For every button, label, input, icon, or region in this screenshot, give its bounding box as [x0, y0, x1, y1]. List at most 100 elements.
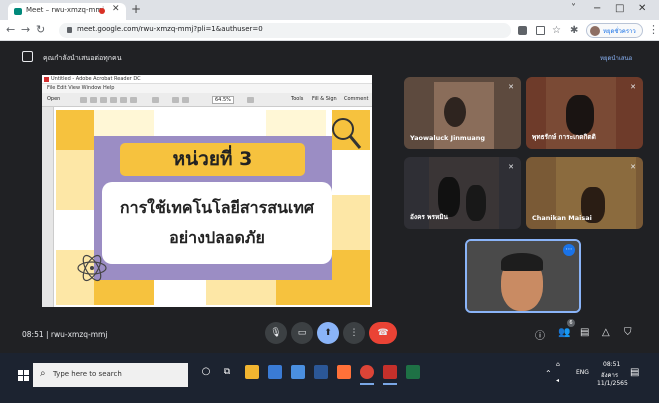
participant-name: อังคร พรหมิน [410, 213, 448, 221]
address-bar: ← → ↻ meet.google.com/rwu-xmzq-mmj?pli=1… [0, 20, 659, 41]
activities-icon[interactable]: △ [602, 327, 610, 338]
acrobat-toolbar: Open 64.5% Tools Fill & Sign Comment [42, 93, 372, 107]
tab-strip: Meet – rwu-xmzq-mmj ✕ + ˅ − □ ✕ [0, 0, 659, 20]
fill-sign-tab[interactable]: Fill & Sign [312, 96, 337, 102]
comment-tab[interactable]: Comment [344, 96, 369, 102]
present-now-icon[interactable]: ⬆ [317, 322, 339, 344]
photoshop-icon[interactable] [314, 365, 328, 379]
mic-off-icon: ✕ [508, 163, 514, 171]
shared-screen: Untitled - Adobe Acrobat Reader DC File … [42, 75, 372, 307]
atom-icon [77, 254, 107, 282]
slide-line-1: การใช้เทคโนโลยีสารสนเทศ [119, 198, 315, 217]
page-field[interactable] [152, 97, 159, 103]
screen: Meet – rwu-xmzq-mmj ✕ + ˅ − □ ✕ ← → ↻ me… [0, 0, 659, 403]
decor-block [276, 280, 332, 305]
language-indicator[interactable]: ENG [576, 369, 589, 376]
host-controls-icon[interactable]: ⛉ [624, 327, 632, 338]
participant-name: พุทธรักษ์ การะเกดกิตติ [532, 133, 596, 141]
browser-tab[interactable]: Meet – rwu-xmzq-mmj ✕ [8, 3, 126, 20]
save-icon[interactable] [90, 97, 97, 103]
leave-call-icon[interactable]: ☎ [369, 322, 397, 344]
clock-time[interactable]: 08:51 [603, 361, 620, 368]
prev-page-icon[interactable] [120, 97, 127, 103]
camera-indicator-icon[interactable] [518, 26, 527, 35]
excel-icon[interactable] [406, 365, 420, 379]
more-options-button[interactable]: ⋮ [343, 322, 365, 344]
tab-search-icon[interactable]: ˅ [571, 3, 576, 14]
email-icon[interactable] [110, 97, 117, 103]
zoom-in-icon[interactable] [182, 97, 189, 103]
chat-icon[interactable]: ▤ [580, 327, 589, 338]
cortana-icon[interactable]: ○ [199, 365, 213, 379]
participant-tile[interactable]: ✕ อังคร พรหมิน [404, 157, 521, 229]
acrobat-window-title: Untitled - Adobe Acrobat Reader DC [51, 76, 141, 82]
decor-block [56, 150, 94, 210]
create-icon[interactable] [80, 97, 87, 103]
self-video [501, 253, 543, 271]
mail-icon[interactable] [291, 365, 305, 379]
minimize-button[interactable]: − [593, 3, 601, 14]
windows-start-icon[interactable] [18, 370, 29, 381]
taskbar: ⌕ Type here to search ○ ⧉ ⌃ ⌂ ◂ ENG 08:5… [0, 353, 659, 403]
firefox-icon[interactable] [337, 365, 351, 379]
zoom-out-icon[interactable] [172, 97, 179, 103]
open-button[interactable]: Open [47, 96, 60, 102]
search-icon: ⌕ [40, 368, 46, 379]
clock-day[interactable]: อังคาร [601, 370, 618, 380]
taskbar-search[interactable]: ⌕ Type here to search [33, 363, 188, 387]
participant-tile[interactable]: ✕ พุทธรักษ์ การะเกดกิตติ [526, 77, 643, 149]
tools-tab[interactable]: Tools [291, 96, 303, 102]
decor-block [332, 250, 370, 305]
clock-date[interactable]: 11/1/2565 [597, 380, 628, 387]
slide-body-box: การใช้เทคโนโลยีสารสนเทศ อย่างปลอดภัย [102, 182, 332, 264]
participant-name: Yaowaluck Jinmuang [410, 134, 485, 142]
decor-block [332, 195, 370, 250]
url-bar[interactable]: meet.google.com/rwu-xmzq-mmj?pli=1&authu… [59, 23, 511, 38]
network-icon[interactable]: ⌂ [556, 361, 560, 368]
participant-tile[interactable]: ✕ Yaowaluck Jinmuang [404, 77, 521, 149]
extensions-icon[interactable]: ✱ [570, 24, 578, 37]
self-view-tile[interactable]: ⋯ [465, 239, 581, 313]
zoom-select[interactable]: 64.5% [212, 96, 234, 104]
decor-block [332, 150, 370, 195]
mic-toggle-icon[interactable]: 🎙 [265, 322, 287, 344]
bookmark-star-icon[interactable]: ☆ [552, 24, 561, 37]
menu-icon[interactable]: ⋮ [648, 23, 659, 36]
notification-icon[interactable]: ▤ [630, 367, 639, 378]
tab-close-icon[interactable]: ✕ [112, 4, 120, 14]
forward-icon[interactable]: → [21, 23, 30, 36]
tray-chevron-icon[interactable]: ⌃ [545, 369, 552, 378]
participant-video [438, 177, 460, 217]
decor-block [94, 110, 154, 136]
chrome-icon[interactable] [360, 365, 374, 379]
stop-presenting-button[interactable]: หยุดนำเสนอ [600, 53, 632, 63]
task-view-icon[interactable]: ⧉ [220, 365, 234, 379]
back-icon[interactable]: ← [6, 23, 15, 36]
share-icon[interactable] [536, 26, 545, 35]
select-tool-icon[interactable] [247, 97, 254, 103]
new-tab-button[interactable]: + [131, 3, 141, 15]
participant-count-badge: 6 [567, 319, 575, 327]
store-icon[interactable] [268, 365, 282, 379]
volume-icon[interactable]: ◂ [556, 377, 559, 384]
more-options-icon[interactable]: ⋯ [563, 244, 575, 256]
acrobat-menu-items[interactable]: File Edit View Window Help [47, 85, 114, 91]
file-explorer-icon[interactable] [245, 365, 259, 379]
participant-tile[interactable]: ✕ Chanikan Maisai [526, 157, 643, 229]
meeting-details-icon[interactable]: ⓘ [535, 327, 545, 342]
active-app-indicator [360, 383, 374, 385]
profile-button[interactable]: หยุดชั่วคราว [586, 23, 643, 38]
people-icon[interactable]: 👥 [558, 327, 570, 338]
camera-toggle-icon[interactable]: ▭ [291, 322, 313, 344]
close-window-button[interactable]: ✕ [638, 3, 646, 14]
maximize-button[interactable]: □ [615, 3, 624, 14]
acrobat-sidebar[interactable] [42, 107, 54, 307]
decor-block [266, 110, 326, 136]
participant-video [444, 97, 466, 127]
acrobat-taskbar-icon[interactable] [383, 365, 397, 379]
print-icon[interactable] [100, 97, 107, 103]
reload-icon[interactable]: ↻ [36, 23, 45, 36]
search-placeholder: Type here to search [53, 370, 122, 378]
participant-video [566, 95, 594, 135]
next-page-icon[interactable] [130, 97, 137, 103]
